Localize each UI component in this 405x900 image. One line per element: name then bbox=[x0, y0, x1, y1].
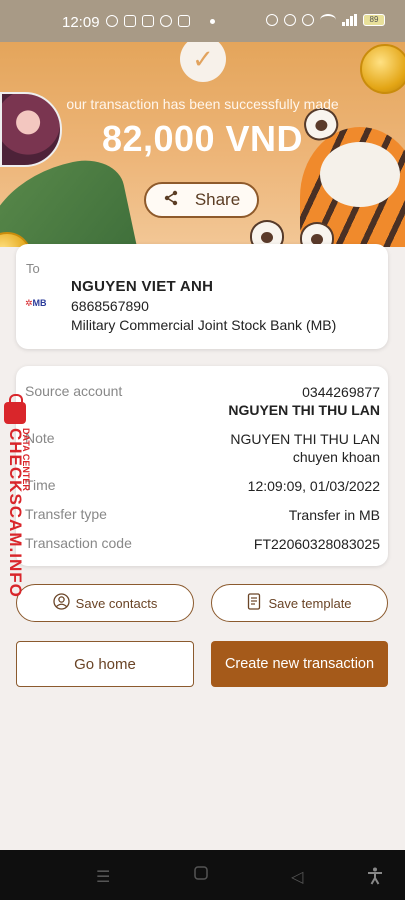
time-value: 12:09:09, 01/03/2022 bbox=[247, 478, 380, 494]
save-template-label: Save template bbox=[268, 595, 352, 611]
signal-icon bbox=[342, 14, 357, 26]
back-icon[interactable]: ◁ bbox=[291, 867, 303, 887]
mb-bank-logo: ✲MB bbox=[25, 298, 47, 308]
watermark-text: CHECKSCAM.INFO bbox=[6, 428, 25, 598]
qr-icon bbox=[142, 15, 154, 27]
bell-off-icon bbox=[284, 14, 296, 26]
system-nav-bar: ☰ ◁ bbox=[0, 850, 405, 900]
success-check-icon: ✓ bbox=[180, 42, 226, 82]
source-account-name: NGUYEN THI THU LAN bbox=[228, 402, 380, 418]
accessibility-icon[interactable] bbox=[367, 867, 383, 890]
home-square-icon[interactable] bbox=[194, 866, 208, 885]
coin-decoration bbox=[360, 44, 405, 94]
success-banner: ✓ our transaction has been successfully … bbox=[0, 42, 405, 247]
user-circle-icon bbox=[53, 592, 70, 614]
save-contacts-label: Save contacts bbox=[75, 595, 158, 611]
menu-icon[interactable]: ☰ bbox=[96, 867, 110, 887]
transfer-amount: 82,000 VND bbox=[101, 118, 304, 159]
watermark: DATA CENTER CHECKSCAM.INFO bbox=[0, 394, 34, 598]
tiger-paw-decoration bbox=[250, 220, 284, 247]
status-bar: 12:09 89 bbox=[0, 0, 405, 42]
share-icon bbox=[163, 190, 179, 210]
source-account-row: Source account 0344269877 NGUYEN THI THU… bbox=[25, 383, 380, 423]
messenger-icon bbox=[106, 15, 118, 27]
source-account-label: Source account bbox=[25, 383, 123, 399]
recipient-bank: Military Commercial Joint Stock Bank (MB… bbox=[71, 317, 337, 333]
share-label: Share bbox=[194, 190, 241, 209]
transaction-code-row: Transaction code FT22060328083025 bbox=[25, 535, 380, 555]
lock-icon bbox=[4, 394, 26, 424]
wifi-icon bbox=[320, 14, 336, 26]
create-new-transaction-button[interactable]: Create new transaction bbox=[211, 641, 388, 687]
note-line1: NGUYEN THI THU LAN bbox=[230, 431, 380, 447]
settings-icon bbox=[302, 14, 314, 26]
transaction-details-card: Source account 0344269877 NGUYEN THI THU… bbox=[16, 366, 388, 566]
app-icon bbox=[178, 15, 190, 27]
success-message: our transaction has been successfully ma… bbox=[66, 96, 339, 112]
transfer-type-value: Transfer in MB bbox=[288, 507, 380, 523]
transfer-type-label: Transfer type bbox=[25, 506, 107, 522]
recipient-label: To bbox=[26, 261, 40, 276]
note-row: Note NGUYEN THI THU LAN chuyen khoan bbox=[25, 430, 380, 470]
transaction-code-label: Transaction code bbox=[25, 535, 132, 551]
battery-icon: 89 bbox=[363, 14, 385, 26]
source-account-number: 0344269877 bbox=[302, 384, 380, 400]
notification-dot-icon bbox=[210, 18, 215, 24]
share-button[interactable]: Share bbox=[144, 182, 259, 218]
time-row: Time 12:09:09, 01/03/2022 bbox=[25, 477, 380, 497]
alarm-icon bbox=[266, 14, 278, 26]
transaction-code-value: FT22060328083025 bbox=[253, 536, 380, 552]
recipient-card: To ✲MB NGUYEN VIET ANH 6868567890 Milita… bbox=[16, 244, 388, 349]
recipient-name: NGUYEN VIET ANH bbox=[71, 278, 214, 295]
note-line2: chuyen khoan bbox=[292, 449, 380, 465]
tiktok-icon bbox=[160, 15, 172, 27]
document-icon bbox=[247, 592, 262, 614]
save-template-button[interactable]: Save template bbox=[211, 584, 388, 622]
zalo-icon bbox=[124, 15, 136, 27]
recipient-account: 6868567890 bbox=[71, 298, 149, 314]
status-time: 12:09 bbox=[62, 14, 100, 31]
transfer-type-row: Transfer type Transfer in MB bbox=[25, 506, 380, 526]
save-contacts-button[interactable]: Save contacts bbox=[16, 584, 194, 622]
go-home-button[interactable]: Go home bbox=[16, 641, 194, 687]
